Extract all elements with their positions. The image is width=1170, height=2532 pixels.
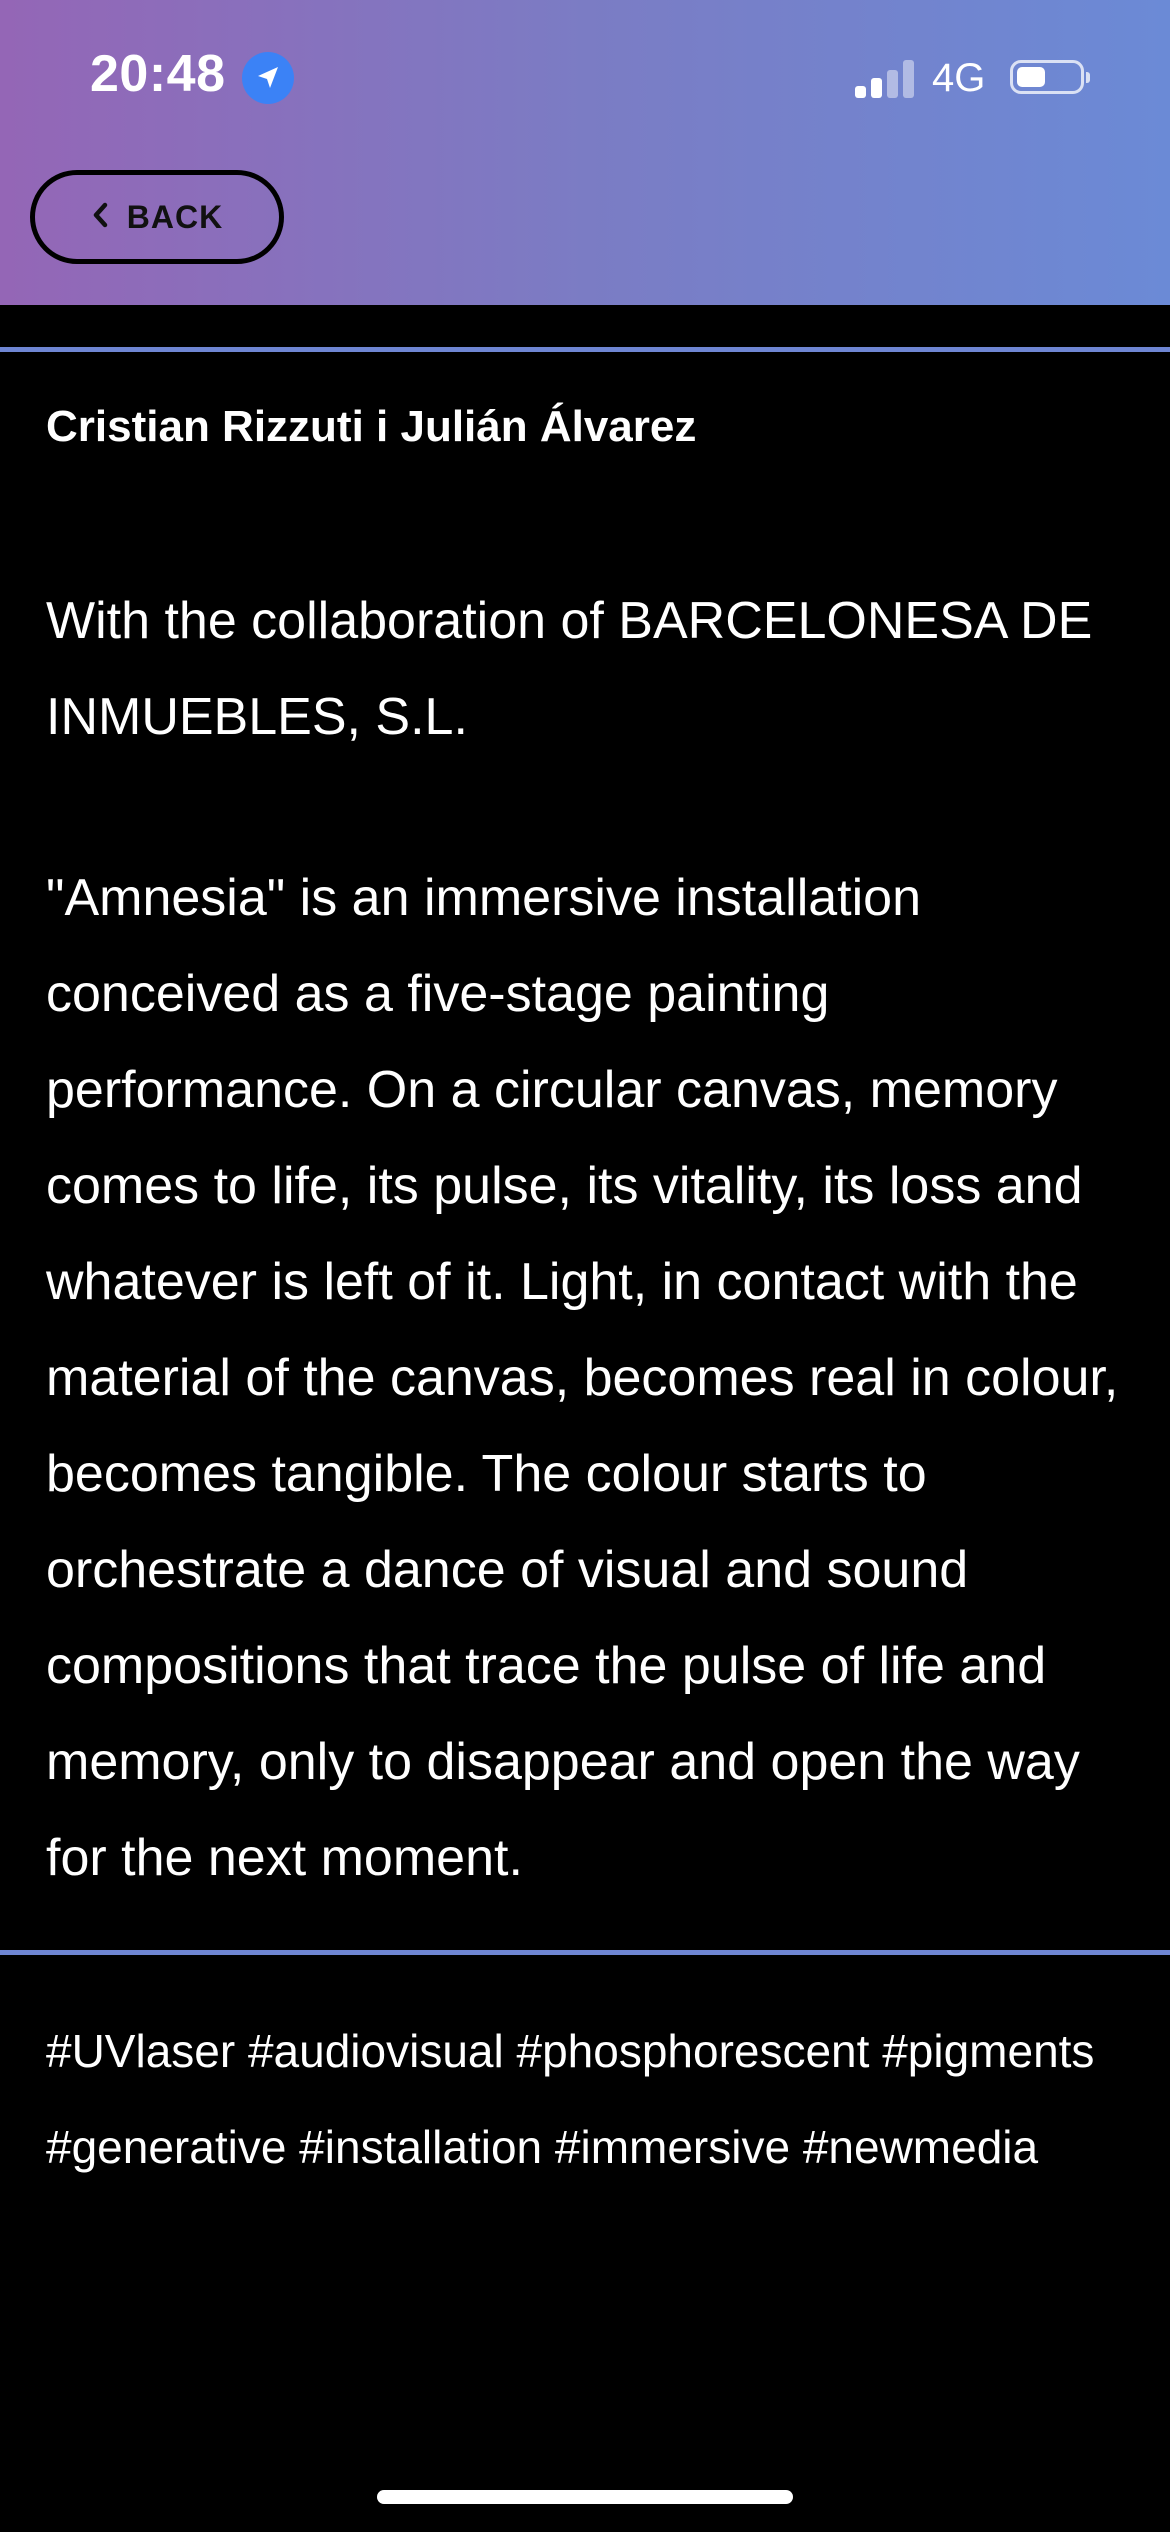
battery-icon xyxy=(1010,60,1090,94)
location-arrow-icon xyxy=(242,52,294,104)
divider-top xyxy=(0,347,1170,352)
status-time: 20:48 xyxy=(90,45,226,103)
network-label: 4G xyxy=(932,56,986,100)
collaboration-text: With the collaboration of BARCELONESA DE… xyxy=(46,592,1093,746)
divider-bottom xyxy=(0,1950,1170,1955)
description-text: "Amnesia" is an immersive installation c… xyxy=(46,869,1119,1887)
chevron-left-icon xyxy=(91,201,109,234)
status-bar: 20:48 4G xyxy=(0,0,1170,155)
hashtags: #UVlaser #audiovisual #phosphorescent #p… xyxy=(46,2025,1095,2173)
back-button[interactable]: BACK xyxy=(30,170,284,264)
back-button-label: BACK xyxy=(126,198,224,235)
authors-heading: Cristian Rizzuti i Julián Álvarez xyxy=(46,402,697,451)
event-detail-screen: 20:48 4G BACK Cristian Rizzuti i Julián … xyxy=(0,0,1170,2532)
cellular-signal-icon xyxy=(855,60,915,98)
header: 20:48 4G BACK xyxy=(0,0,1170,305)
home-indicator[interactable] xyxy=(377,2490,793,2504)
